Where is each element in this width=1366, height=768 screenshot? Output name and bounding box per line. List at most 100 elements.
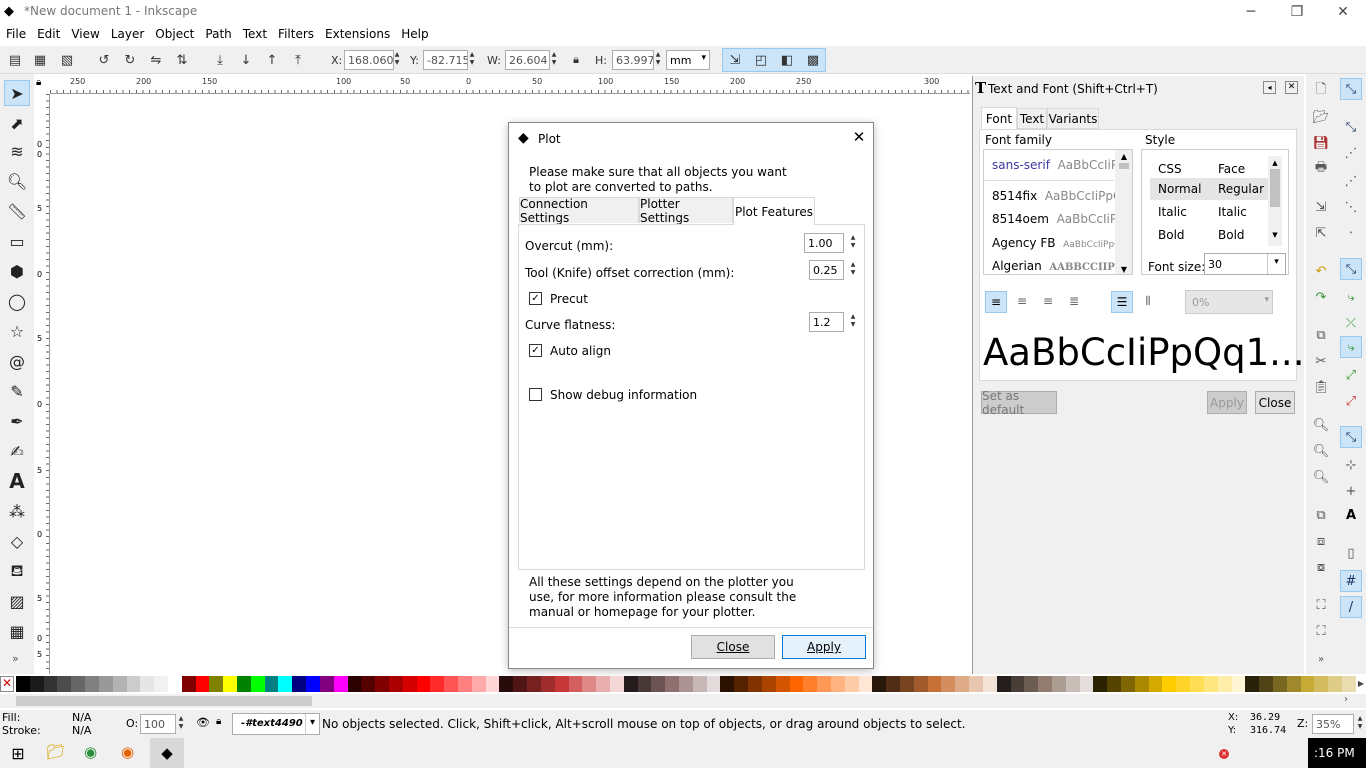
color-swatch[interactable] (499, 676, 514, 692)
opacity-input[interactable]: 100 (140, 714, 176, 734)
color-swatch[interactable] (1038, 676, 1052, 692)
no-paint-swatch[interactable]: ✕ (0, 676, 14, 692)
import-icon[interactable]: ⇲ (1310, 196, 1332, 218)
style-list[interactable]: CSS Face Normal Regular Italic Italic Bo… (1150, 156, 1282, 246)
color-swatch[interactable] (734, 676, 749, 692)
font-item[interactable]: 8514oem AaBbCcIiPp( (992, 212, 1129, 226)
snap-center-icon[interactable]: ⊹ (1340, 454, 1362, 476)
scale-corners-icon[interactable]: ◰ (751, 50, 771, 70)
snap-intersection-icon[interactable]: ⤫ (1340, 312, 1362, 334)
text-tool-icon[interactable]: A (4, 468, 30, 494)
scroll-right-icon[interactable]: › (1344, 694, 1348, 705)
x-input[interactable]: 168.060 (344, 50, 394, 70)
align-right-icon[interactable]: ≡ (1037, 291, 1059, 313)
color-swatch[interactable] (1259, 676, 1273, 692)
star-tool-icon[interactable]: ☆ (4, 318, 30, 344)
color-swatch[interactable] (996, 676, 1011, 692)
maximize-button[interactable]: ❐ (1274, 0, 1320, 24)
curve-flatness-input[interactable]: 1.2 (809, 312, 844, 332)
font-size-select[interactable]: 30 ▾ (1204, 253, 1286, 275)
auto-align-checkbox[interactable]: ✓ (529, 344, 542, 357)
select-all-layers-icon[interactable]: ▦ (30, 50, 50, 70)
visibility-icon[interactable]: 👁︎ (196, 716, 210, 729)
zoom-page-icon[interactable]: 🔍︎ (1310, 466, 1332, 488)
color-swatch[interactable] (485, 676, 500, 692)
color-swatch[interactable] (1107, 676, 1121, 692)
open-icon[interactable]: 📂︎ (1310, 106, 1332, 128)
snap-cusp-icon[interactable]: ⤷ (1340, 336, 1362, 358)
deselect-icon[interactable]: ▧ (57, 50, 77, 70)
ellipse-tool-icon[interactable]: ◯ (4, 288, 30, 314)
color-swatch[interactable] (444, 676, 458, 692)
color-swatch[interactable] (167, 676, 182, 692)
color-swatch[interactable] (278, 676, 293, 692)
color-swatch[interactable] (402, 676, 417, 692)
paint-bucket-tool-icon[interactable]: ⛾ (4, 558, 30, 584)
color-swatch[interactable] (1024, 676, 1039, 692)
windows-start-icon[interactable]: ⊞ (0, 738, 36, 768)
spray-tool-icon[interactable]: ⁂ (4, 498, 30, 524)
color-swatch[interactable] (181, 676, 196, 692)
color-swatch[interactable] (1231, 676, 1246, 692)
y-input[interactable]: -82.715 (423, 50, 468, 70)
gradient-tool-icon[interactable]: ▨ (4, 588, 30, 614)
color-swatch[interactable] (913, 676, 928, 692)
color-swatch[interactable] (388, 676, 403, 692)
align-justify-icon[interactable]: ≣ (1063, 291, 1085, 313)
menu-path[interactable]: Path (199, 24, 236, 41)
color-swatch[interactable] (375, 676, 389, 692)
close-panel-icon[interactable]: ✕ (1285, 81, 1298, 94)
y-spinner[interactable]: ▲ ▼ (468, 51, 476, 67)
line-spacing-select[interactable]: 0% ▾ (1185, 290, 1273, 314)
style-face[interactable]: Bold (1218, 228, 1245, 242)
color-swatch[interactable] (1272, 676, 1287, 692)
spiral-tool-icon[interactable]: @ (4, 348, 30, 374)
file-explorer-icon[interactable]: 📁︎ (46, 743, 65, 761)
zoom-input[interactable]: 35% (1312, 714, 1354, 734)
export-icon[interactable]: ⇱ (1310, 222, 1332, 244)
w-input[interactable]: 26.604 (505, 50, 550, 70)
set-default-button[interactable]: Set as default (981, 389, 1057, 417)
color-swatch[interactable] (679, 676, 693, 692)
color-swatch[interactable] (195, 676, 210, 692)
color-swatch[interactable] (706, 676, 721, 692)
color-swatch[interactable] (347, 676, 362, 692)
box-3d-tool-icon[interactable]: ⬢ (4, 258, 30, 284)
snap-guide-icon[interactable]: / (1340, 596, 1362, 618)
color-swatch[interactable] (527, 676, 541, 692)
menu-object[interactable]: Object (149, 24, 199, 41)
color-swatch[interactable] (430, 676, 445, 692)
color-swatch[interactable] (1342, 676, 1356, 692)
horizontal-text-icon[interactable]: ☰ (1111, 291, 1133, 313)
rotate-cw-icon[interactable]: ↻ (120, 50, 140, 70)
color-swatch[interactable] (692, 676, 707, 692)
font-item-selected[interactable]: sans-serif AaBbCcIiPp (992, 158, 1126, 172)
cut-icon[interactable]: ✂ (1310, 350, 1332, 372)
scroll-thumb[interactable] (16, 696, 312, 706)
color-swatch[interactable] (817, 676, 831, 692)
ungroup-icon[interactable]: ⛶ (1310, 620, 1332, 642)
precut-checkbox[interactable]: ✓ (529, 292, 542, 305)
color-swatch[interactable] (982, 676, 997, 692)
h-input[interactable]: 63.997 (612, 50, 654, 70)
color-swatch[interactable] (71, 676, 86, 692)
align-left-icon[interactable]: ≡ (985, 291, 1007, 313)
eraser-tool-icon[interactable]: ◇ (4, 528, 30, 554)
node-tool-icon[interactable]: ⬈ (4, 110, 30, 136)
color-swatch[interactable] (1245, 676, 1260, 692)
color-swatch[interactable] (264, 676, 279, 692)
lower-bottom-icon[interactable]: ⤓ (210, 50, 230, 70)
color-swatch[interactable] (112, 676, 127, 692)
color-swatch[interactable] (416, 676, 431, 692)
fill-value[interactable]: N/A (72, 711, 91, 724)
dialog-close-button[interactable]: Close (691, 635, 775, 659)
color-swatch[interactable] (471, 676, 486, 692)
color-swatch[interactable] (85, 676, 99, 692)
palette-menu-icon[interactable]: ▶ (1356, 676, 1366, 692)
snap-bbox-corner-icon[interactable]: ⋰ (1340, 170, 1362, 192)
raise-top-icon[interactable]: ⤒ (288, 50, 308, 70)
color-swatch[interactable] (609, 676, 624, 692)
color-swatch[interactable] (789, 676, 804, 692)
color-swatch[interactable] (1300, 676, 1315, 692)
close-window-button[interactable]: ✕ (1320, 0, 1366, 24)
